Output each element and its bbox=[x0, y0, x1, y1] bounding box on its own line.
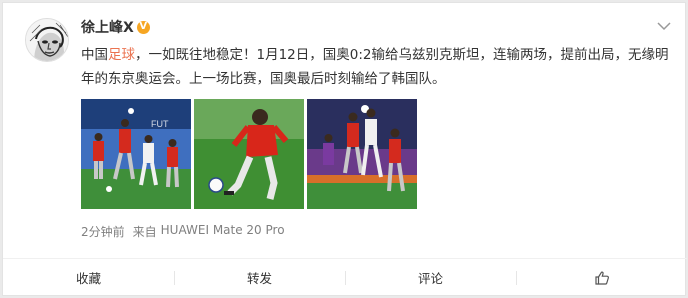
svg-text:FUT: FUT bbox=[151, 119, 169, 129]
comment-button[interactable]: 评论 bbox=[345, 259, 516, 296]
soccer-player-kick-photo bbox=[194, 99, 304, 209]
photo-1[interactable]: FUT bbox=[81, 99, 191, 209]
repost-button[interactable]: 转发 bbox=[174, 259, 345, 296]
post-text-after: ，一如既往地稳定！1月12日，国奥0:2输给乌兹别克斯坦，连输两场，提前出局，无… bbox=[81, 47, 669, 87]
avatar-sketch-image bbox=[26, 19, 68, 61]
post-text-before: 中国 bbox=[81, 47, 108, 63]
weibo-post-card: 徐上峰X V 中国足球，一如既往地稳定！1月12日，国奥0:2输给乌兹别克斯坦，… bbox=[2, 2, 687, 296]
verified-badge-icon: V bbox=[136, 20, 150, 34]
favorite-button[interactable]: 收藏 bbox=[3, 259, 174, 296]
action-bar: 收藏 转发 评论 bbox=[3, 258, 687, 296]
user-row: 徐上峰X V bbox=[81, 17, 150, 37]
photo-3[interactable] bbox=[307, 99, 417, 209]
post-meta: 2分钟前 来自 HUAWEI Mate 20 Pro bbox=[81, 223, 285, 240]
photo-2[interactable] bbox=[194, 99, 304, 209]
soccer-header-photo bbox=[307, 99, 417, 209]
soccer-match-photo: FUT bbox=[81, 99, 191, 209]
avatar[interactable] bbox=[25, 18, 69, 62]
favorite-label: 收藏 bbox=[75, 271, 101, 286]
source-app: HUAWEI Mate 20 Pro bbox=[160, 223, 285, 237]
repost-label: 转发 bbox=[246, 271, 272, 286]
username[interactable]: 徐上峰X bbox=[81, 17, 134, 37]
post-text: 中国足球，一如既往地稳定！1月12日，国奥0:2输给乌兹别克斯坦，连输两场，提前… bbox=[81, 43, 673, 91]
topic-link[interactable]: 足球 bbox=[108, 47, 135, 63]
thumbs-up-icon bbox=[594, 271, 609, 285]
post-time[interactable]: 2分钟前 bbox=[81, 223, 125, 240]
photo-grid: FUT bbox=[81, 99, 417, 209]
source-prefix: 来自 bbox=[132, 225, 157, 239]
chevron-down-icon[interactable] bbox=[657, 21, 671, 31]
like-button[interactable] bbox=[516, 259, 687, 296]
comment-label: 评论 bbox=[417, 271, 443, 286]
